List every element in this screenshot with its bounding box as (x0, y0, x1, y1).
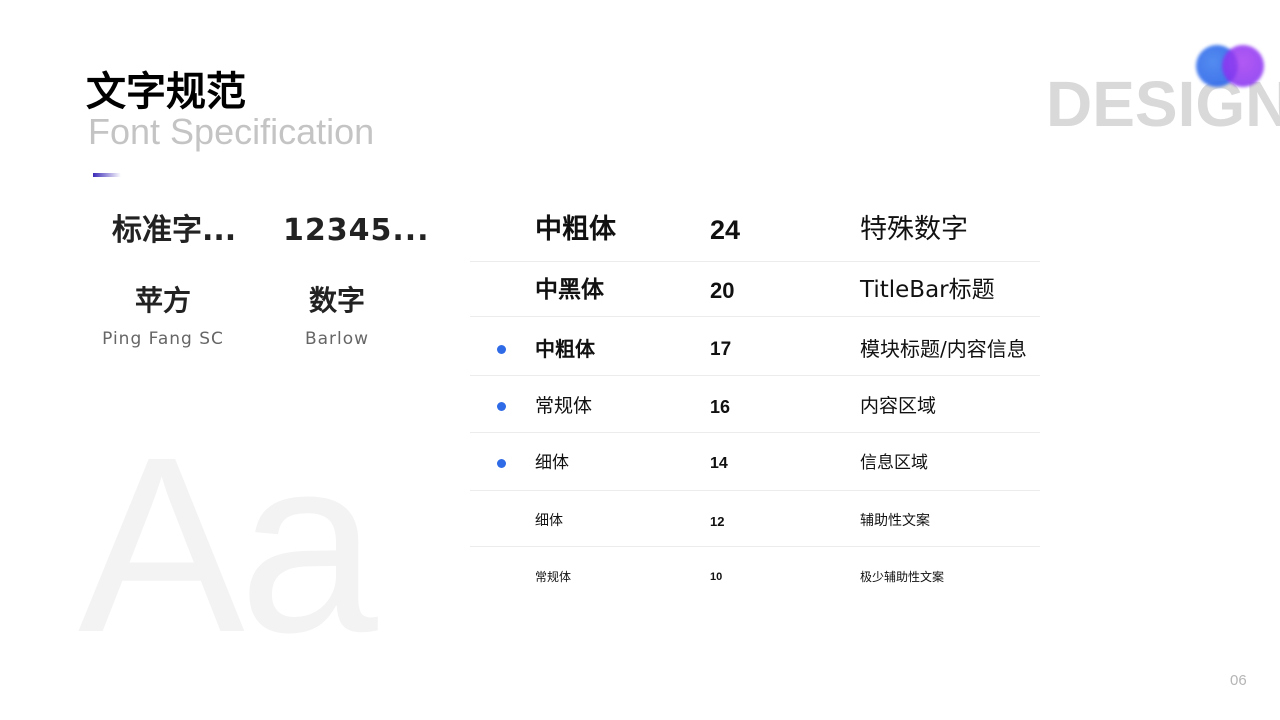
sample-number-text: 12345... (283, 213, 430, 248)
page-number: 06 (1230, 672, 1247, 689)
font-card-family: Ping Fang SC (102, 329, 224, 349)
font-card-family: Barlow (304, 329, 370, 349)
row-size: 14 (710, 455, 728, 472)
row-size: 24 (710, 215, 741, 245)
bullet-dot-icon (497, 459, 506, 468)
row-size: 16 (710, 397, 731, 417)
bullet-dot-icon (497, 402, 506, 411)
row-usage: TitleBar标题 (860, 277, 995, 303)
table-row: 细体 12 辅助性文案 (470, 491, 1040, 547)
table-row: 细体 14 信息区域 (470, 433, 1040, 491)
table-row: 中粗体 17 模块标题/内容信息 (470, 317, 1040, 376)
row-size: 17 (710, 339, 732, 360)
sample-chinese-text: 标准字... (112, 213, 237, 248)
font-card-barlow: 数字 Barlow (262, 284, 412, 350)
row-weight: 细体 (535, 513, 563, 529)
bullet-dot-icon (497, 345, 506, 354)
row-usage: 模块标题/内容信息 (860, 337, 1027, 361)
row-weight: 中粗体 (535, 214, 616, 245)
title-accent-bar (93, 173, 121, 177)
table-row: 常规体 16 内容区域 (470, 376, 1040, 433)
purple-orb-decoration (1222, 45, 1264, 87)
row-size: 12 (710, 514, 725, 529)
row-weight: 中黑体 (535, 277, 604, 303)
table-row: 中粗体 24 特殊数字 (470, 200, 1040, 262)
font-card-pingfang: 苹方 Ping Fang SC (88, 284, 238, 350)
font-card-name: 苹方 (134, 284, 191, 317)
row-usage: 内容区域 (860, 395, 937, 417)
font-card-name: 数字 (308, 284, 365, 317)
table-row: 常规体 10 极少辅助性文案 (470, 547, 1040, 603)
row-weight: 中粗体 (535, 337, 595, 361)
row-size: 20 (710, 278, 735, 303)
row-size: 10 (710, 571, 723, 583)
table-row: 中黑体 20 TitleBar标题 (470, 262, 1040, 317)
row-usage: 极少辅助性文案 (860, 570, 945, 584)
row-weight: 细体 (535, 453, 569, 473)
page-subtitle: Font Specification (88, 111, 375, 152)
row-weight: 常规体 (535, 395, 593, 417)
row-usage: 信息区域 (860, 453, 928, 473)
page-title: 文字规范 (86, 69, 246, 115)
row-usage: 辅助性文案 (860, 513, 930, 529)
background-aa-watermark: Aa (78, 405, 378, 684)
row-weight: 常规体 (535, 570, 572, 584)
row-usage: 特殊数字 (860, 214, 968, 245)
